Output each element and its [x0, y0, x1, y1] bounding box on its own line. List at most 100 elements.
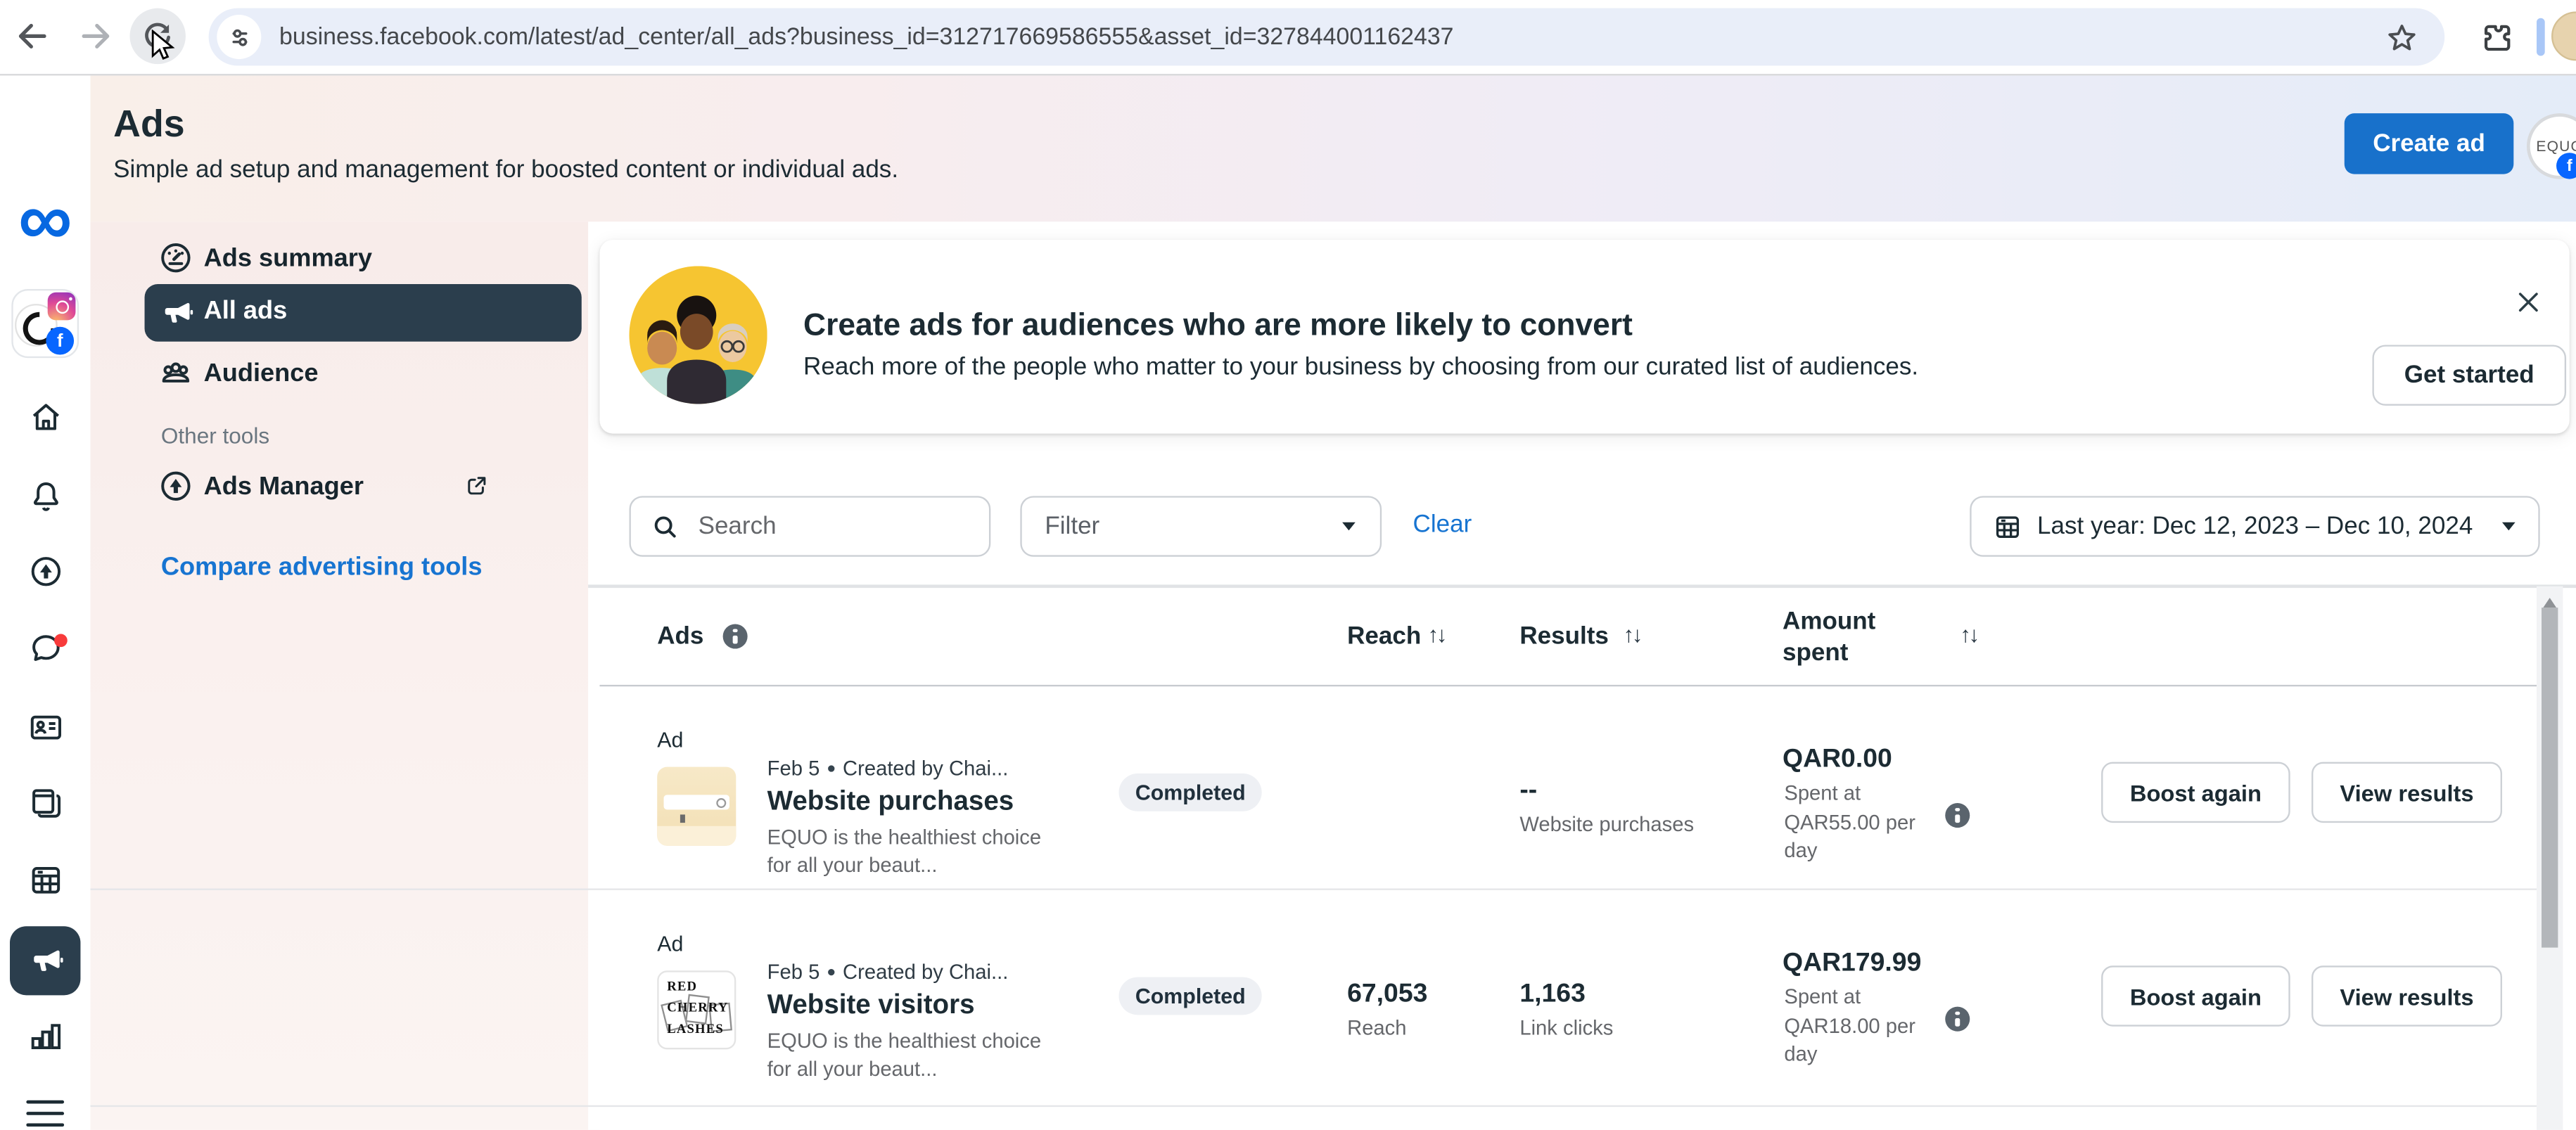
results-label: Link clicks [1519, 1017, 1613, 1040]
column-header-amount-spent[interactable]: Amount spent [1783, 606, 1897, 669]
notifications-bell-icon[interactable] [25, 476, 65, 515]
page-subtitle: Simple ad setup and management for boost… [113, 156, 898, 184]
amount-spent-note: Spent at QAR18.00 per day [1784, 984, 1929, 1070]
sidebar-item-ads-manager[interactable]: Ads Manager [204, 473, 364, 503]
screen: business.facebook.com/latest/ad_center/a… [0, 0, 2576, 1130]
home-icon[interactable] [25, 397, 65, 437]
ad-description: EQUO is the healthiest choice for all yo… [767, 824, 1043, 880]
column-header-reach[interactable]: Reach [1347, 622, 1421, 650]
sort-icon[interactable]: ↑↓ [1960, 622, 1977, 647]
tune-icon [224, 23, 254, 52]
megaphone-icon [160, 295, 194, 330]
info-icon[interactable] [1945, 1007, 1970, 1032]
ads-manager-icon [156, 466, 196, 506]
ads-rail-item-selected[interactable] [10, 926, 80, 995]
ad-kind-label: Ad [657, 728, 683, 752]
instagram-icon [48, 293, 76, 321]
get-started-button[interactable]: Get started [2372, 345, 2566, 405]
boost-again-button[interactable]: Boost again [2101, 965, 2290, 1026]
calendar-icon [1991, 510, 2025, 543]
url-text[interactable]: business.facebook.com/latest/ad_center/a… [279, 24, 2382, 50]
meta-logo[interactable]: ∞ [0, 181, 90, 256]
boost-icon[interactable] [25, 552, 65, 591]
ad-title[interactable]: Website visitors [767, 990, 975, 1021]
thumbnail-text: RED CHERRY LASHES [667, 975, 732, 1039]
table-top-border [588, 584, 2576, 588]
ad-byline: Created by Chai... [843, 757, 1008, 781]
table-scrollbar[interactable] [2537, 586, 2563, 1130]
status-badge: Completed [1118, 977, 1262, 1015]
view-results-button[interactable]: View results [2312, 965, 2502, 1026]
ad-thumbnail[interactable]: RED CHERRY LASHES [657, 970, 736, 1049]
extensions-icon[interactable] [2478, 18, 2517, 58]
side-panel-indicator [2537, 18, 2545, 56]
amount-spent-value: QAR0.00 [1783, 745, 1892, 775]
ad-date: Feb 5 [767, 757, 820, 781]
external-link-icon[interactable] [461, 471, 491, 501]
sidebar-item-audience[interactable]: Audience [204, 359, 319, 389]
view-results-button[interactable]: View results [2312, 762, 2502, 823]
ad-kind-label: Ad [657, 931, 683, 956]
business-avatar-tile[interactable]: f [11, 289, 79, 358]
column-header-ads: Ads [657, 622, 703, 650]
scrollbar-thumb[interactable] [2542, 608, 2558, 947]
scroll-up-arrow-icon[interactable] [2543, 598, 2556, 608]
contacts-icon[interactable] [25, 708, 65, 747]
table-row: Ad Feb 5 Created by Chai... Website purch… [0, 686, 2540, 890]
page-header-band [90, 75, 2576, 221]
menu-icon[interactable] [26, 1100, 64, 1126]
address-bar[interactable]: business.facebook.com/latest/ad_center/a… [209, 8, 2445, 66]
date-range-label: Last year: Dec 12, 2023 – Dec 10, 2024 [2037, 513, 2502, 541]
search-input[interactable] [695, 511, 958, 541]
audience-promo-banner: Create ads for audiences who are more li… [599, 240, 2569, 434]
separator-dot [828, 968, 834, 975]
banner-subtitle: Reach more of the people who matter to y… [803, 353, 1918, 381]
info-icon[interactable] [1945, 803, 1970, 828]
bookmark-star-icon[interactable] [2382, 18, 2421, 57]
mouse-cursor [151, 30, 179, 65]
search-field[interactable] [629, 496, 990, 556]
reach-value: 67,053 [1347, 980, 1427, 1010]
ads-summary-icon [156, 238, 196, 278]
close-icon[interactable] [2512, 285, 2545, 319]
ad-meta-line: Feb 5 Created by Chai... [767, 757, 1009, 781]
audience-icon [156, 353, 196, 392]
date-range-selector[interactable]: Last year: Dec 12, 2023 – Dec 10, 2024 [1970, 496, 2539, 556]
amount-spent-value: QAR179.99 [1783, 949, 1921, 979]
page-title: Ads [113, 102, 184, 146]
table-row: Ad RED CHERRY LASHES Feb 5 Created by Cha… [0, 890, 2540, 1107]
billing-icon[interactable] [25, 861, 65, 900]
chevron-down-icon [1342, 522, 1356, 531]
filter-dropdown[interactable]: Filter [1020, 496, 1382, 556]
results-label: Website purchases [1519, 813, 1694, 836]
site-info-button[interactable] [217, 15, 261, 59]
sort-icon[interactable]: ↑↓ [1428, 622, 1446, 647]
clear-filters-link[interactable]: Clear [1413, 511, 1472, 539]
results-value: -- [1519, 777, 1537, 807]
browser-profile-avatar[interactable] [2551, 11, 2576, 60]
ad-byline: Created by Chai... [843, 961, 1008, 984]
megaphone-icon [27, 943, 63, 979]
forward-icon[interactable] [75, 16, 115, 56]
search-icon [649, 510, 682, 543]
sort-icon[interactable]: ↑↓ [1623, 622, 1640, 647]
facebook-icon: f [2556, 153, 2576, 179]
audience-illustration [629, 266, 767, 404]
create-ad-button[interactable]: Create ad [2345, 113, 2514, 174]
back-icon[interactable] [13, 16, 53, 56]
column-header-results[interactable]: Results [1519, 622, 1609, 650]
boost-again-button[interactable]: Boost again [2101, 762, 2290, 823]
app-icon-rail: ∞ f [0, 75, 90, 1129]
separator-dot [828, 765, 834, 771]
ad-title[interactable]: Website purchases [767, 787, 1014, 818]
compare-advertising-tools-link[interactable]: Compare advertising tools [161, 553, 483, 583]
insights-chart-icon[interactable] [25, 1017, 65, 1056]
ad-date: Feb 5 [767, 961, 820, 984]
banner-title: Create ads for audiences who are more li… [803, 309, 1633, 345]
ad-thumbnail[interactable] [657, 767, 736, 846]
account-name: EQUO [2536, 138, 2576, 154]
info-icon[interactable] [723, 624, 748, 648]
pages-icon[interactable] [25, 783, 65, 823]
sidebar-item-all-ads-selected[interactable]: All ads [145, 284, 582, 342]
sidebar-item-ads-summary[interactable]: Ads summary [204, 245, 372, 274]
